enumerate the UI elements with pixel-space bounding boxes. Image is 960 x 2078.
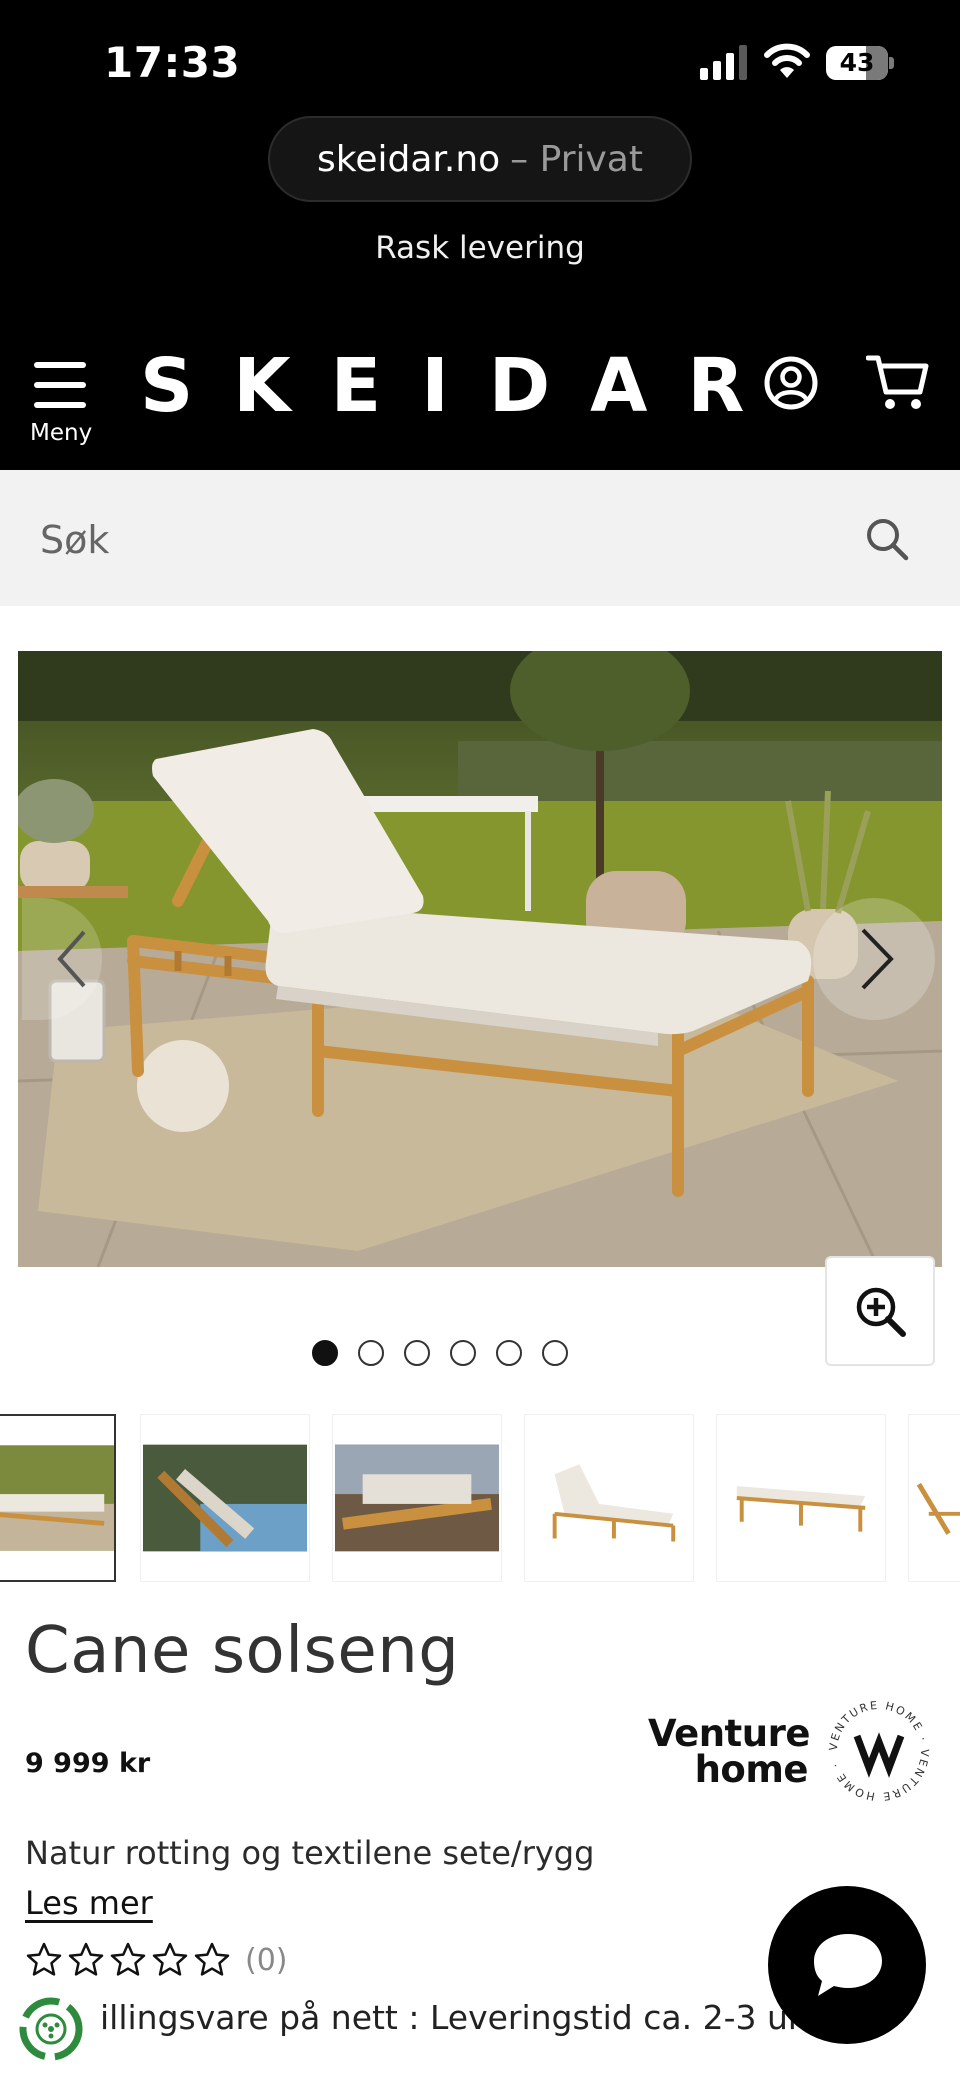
browsing-mode-label: – Privat bbox=[510, 138, 643, 180]
product-price: 9 999 kr bbox=[25, 1748, 151, 1779]
battery-level: 43 bbox=[839, 48, 875, 77]
thumbnail[interactable] bbox=[716, 1414, 886, 1582]
chevron-right-icon bbox=[861, 928, 894, 990]
cellular-signal-icon bbox=[700, 45, 747, 80]
chevron-left-icon bbox=[57, 930, 86, 988]
site-logo[interactable]: SKEIDAR bbox=[140, 346, 784, 426]
product-description: Natur rotting og textilene sete/rygg bbox=[25, 1834, 595, 1872]
chat-bubble-icon bbox=[814, 1934, 882, 1996]
star-outline-icon bbox=[110, 1942, 146, 1976]
user-account-icon[interactable] bbox=[764, 356, 818, 410]
promo-banner: Rask levering bbox=[375, 230, 585, 266]
rating-count: (0) bbox=[245, 1942, 288, 1978]
thumbnail[interactable] bbox=[332, 1414, 502, 1582]
gallery-dot[interactable] bbox=[312, 1340, 338, 1366]
brand-name-line2: home bbox=[694, 1748, 809, 1791]
gallery-dot[interactable] bbox=[542, 1340, 568, 1366]
url-bar[interactable]: skeidar.no – Privat bbox=[268, 116, 692, 202]
product-rating[interactable]: (0) bbox=[25, 1938, 288, 1982]
star-outline-icon bbox=[68, 1942, 104, 1976]
recycle-delivery-icon bbox=[19, 1997, 83, 2061]
battery-indicator: 43 bbox=[826, 46, 894, 80]
hamburger-icon bbox=[34, 358, 86, 408]
brand-seal-icon: VENTURE HOME · VENTURE HOME · bbox=[827, 1699, 930, 1803]
wifi-icon bbox=[764, 43, 810, 78]
thumbnail[interactable] bbox=[524, 1414, 694, 1582]
gallery-dot[interactable] bbox=[450, 1340, 476, 1366]
product-main-image[interactable] bbox=[18, 651, 942, 1267]
search-bar bbox=[0, 470, 960, 606]
shopping-cart-icon[interactable] bbox=[866, 352, 930, 412]
thumbnail[interactable] bbox=[140, 1414, 310, 1582]
chat-button[interactable] bbox=[768, 1886, 926, 2044]
gallery-dot[interactable] bbox=[496, 1340, 522, 1366]
gallery-dot[interactable] bbox=[358, 1340, 384, 1366]
product-title: Cane solseng bbox=[25, 1614, 460, 1688]
thumbnail[interactable] bbox=[908, 1414, 960, 1582]
url-host: skeidar.no bbox=[317, 138, 501, 180]
star-outline-icon bbox=[194, 1942, 230, 1976]
sun-lounger-photo bbox=[18, 651, 942, 1267]
read-more-link[interactable]: Les mer bbox=[25, 1884, 153, 1922]
gallery-pagination bbox=[0, 1340, 920, 1370]
gallery-dot[interactable] bbox=[404, 1340, 430, 1366]
thumbnail-strip bbox=[0, 1414, 960, 1584]
zoom-in-icon bbox=[856, 1287, 906, 1337]
star-outline-icon bbox=[152, 1942, 188, 1976]
status-time: 17:33 bbox=[104, 38, 241, 87]
thumbnail[interactable] bbox=[0, 1414, 116, 1582]
star-outline-icon bbox=[26, 1942, 62, 1976]
brand-name-line1: Venture bbox=[648, 1712, 810, 1755]
search-icon[interactable] bbox=[864, 516, 910, 562]
delivery-text: illingsvare på nett : Leveringstid ca. 2… bbox=[100, 1998, 840, 2037]
gallery-prev-button[interactable] bbox=[22, 898, 102, 1020]
gallery-next-button[interactable] bbox=[813, 898, 935, 1020]
brand-logo[interactable]: Venture home VENTURE HOME · VENTURE HOME… bbox=[648, 1696, 934, 1818]
search-input[interactable] bbox=[40, 510, 840, 570]
menu-label: Meny bbox=[30, 420, 93, 446]
menu-button[interactable]: Meny bbox=[30, 354, 96, 450]
